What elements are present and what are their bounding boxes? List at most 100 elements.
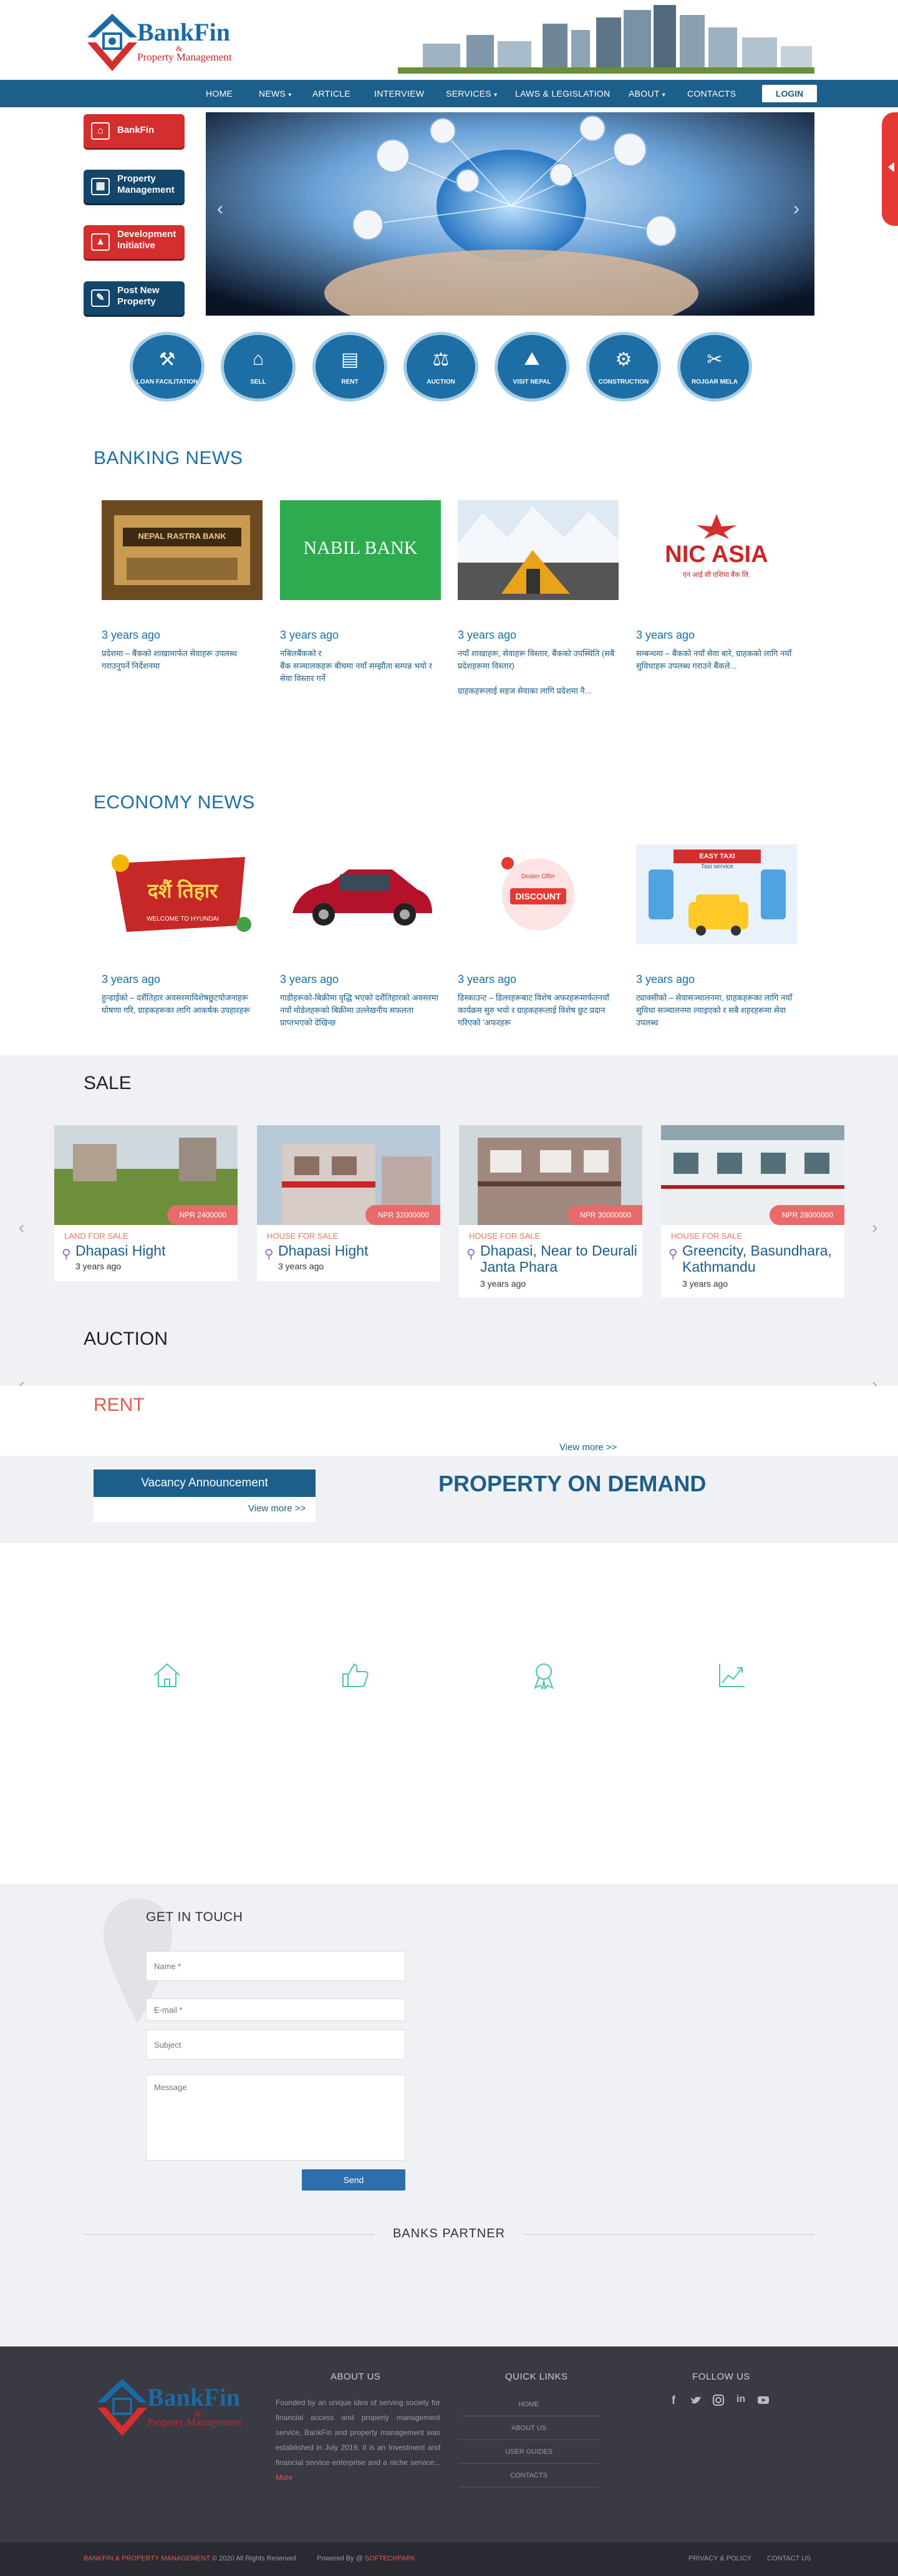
slider-prev-icon[interactable]: ‹ <box>217 198 223 220</box>
side-button-development-initiative[interactable]: ▲ Development Initiative <box>84 225 185 259</box>
property-age: 3 years ago <box>682 1279 728 1289</box>
twitter-icon[interactable] <box>690 2394 702 2406</box>
footer-logo[interactable]: BankFin & Property Management <box>92 2374 254 2439</box>
footer-follow-title: FOLLOW US <box>692 2371 750 2382</box>
site-header: BankFin & Property Management <box>0 0 898 80</box>
name-field[interactable] <box>146 1951 405 1981</box>
nav-interview[interactable]: INTERVIEW <box>374 80 424 107</box>
banks-partner-title: BANKS PARTNER <box>392 2227 506 2240</box>
chevron-left-icon <box>888 162 894 172</box>
news-image <box>280 845 441 944</box>
news-excerpt[interactable]: ट्याक्सीको – सेवासञ्चालनमा, ग्राहकहरूका … <box>636 992 797 1029</box>
news-excerpt[interactable]: हुन्डाईको – दशैंतिहार अवसरमाविशेषछुटयोजन… <box>102 992 263 1017</box>
property-card[interactable]: NPR 2400000 LAND FOR SALE ⚲ Dhapasi High… <box>54 1125 238 1281</box>
footer-about-body: Founded by an unique idea of serving soc… <box>276 2398 440 2467</box>
property-name[interactable]: Dhapasi Hight <box>75 1242 235 1259</box>
property-name[interactable]: Dhapasi, Near to Deurali Janta Phara <box>480 1242 640 1275</box>
news-image: Dealer Offer DISCOUNT <box>458 845 619 944</box>
nav-home[interactable]: HOME <box>206 80 233 107</box>
hero-slider[interactable]: ‹ › <box>206 112 814 316</box>
property-on-demand-title: PROPERTY ON DEMAND <box>438 1471 707 1496</box>
chevron-down-icon: ▾ <box>288 92 292 99</box>
news-excerpt[interactable]: नबिलबैंकको र बैंक सञ्चालकहरू बीचमा नयाँ … <box>280 647 441 685</box>
service-rent[interactable]: ▤ RENT <box>312 332 387 402</box>
nav-contacts[interactable]: CONTACTS <box>687 80 736 107</box>
nav-services[interactable]: SERVICES ▾ <box>446 80 497 107</box>
property-category: HOUSE FOR SALE <box>671 1231 743 1241</box>
chevron-down-icon: ▾ <box>662 92 666 99</box>
chart-icon: ▲ <box>91 233 110 251</box>
divider <box>84 2234 374 2235</box>
news-excerpt[interactable]: नयाँ शाखाहरू, सेवाहरू विस्तार, बैंकको उप… <box>458 647 619 697</box>
service-loan-facilitation[interactable]: ⚒ LOAN FACILITATION <box>130 332 205 402</box>
property-price: NPR 28000000 <box>769 1205 844 1225</box>
login-button[interactable]: LOGIN <box>762 85 817 102</box>
nav-article[interactable]: ARTICLE <box>312 80 350 107</box>
news-image-subcaption: WELCOME TO HYUNDAI <box>147 916 219 922</box>
loan-icon: ⚒ <box>158 349 176 370</box>
sell-icon: ⌂ <box>252 349 264 369</box>
property-name[interactable]: Greencity, Basundhara, Kathmandu <box>682 1242 842 1275</box>
nav-laws[interactable]: LAWS & LEGISLATION <box>515 80 610 107</box>
rent-view-more-link[interactable]: View more >> <box>559 1442 617 1453</box>
footer-link-home[interactable]: HOME <box>459 2393 599 2416</box>
footer-more-link[interactable]: More <box>276 2473 292 2482</box>
map-pin-icon: ⚲ <box>264 1247 274 1261</box>
chevron-down-icon: ▾ <box>494 92 498 99</box>
property-card[interactable]: NPR 32000000 HOUSE FOR SALE ⚲ Dhapasi Hi… <box>257 1125 440 1281</box>
powered-by-link[interactable]: SOFTECHPARK <box>365 2555 416 2562</box>
property-age: 3 years ago <box>278 1261 324 1271</box>
property-card[interactable]: NPR 28000000 HOUSE FOR SALE ⚲ Greencity,… <box>661 1125 844 1297</box>
news-image: दशैं तिहार WELCOME TO HYUNDAI <box>102 845 263 944</box>
message-field[interactable] <box>146 2075 405 2161</box>
news-date: 3 years ago <box>280 973 339 985</box>
vacancy-announcement-header[interactable]: Vacancy Announcement <box>94 1470 316 1497</box>
news-image: EASY TAXI Taxi service <box>636 845 797 944</box>
property-card[interactable]: NPR 30000000 HOUSE FOR SALE ⚲ Dhapasi, N… <box>459 1125 642 1297</box>
side-button-label: Post New Property <box>117 285 160 307</box>
instagram-icon[interactable] <box>712 2394 725 2406</box>
footer-about-title: ABOUT US <box>331 2371 381 2382</box>
copyright-notice: © 2020 All Rights Reserved. <box>212 2555 298 2562</box>
map-pin-icon: ⚲ <box>62 1247 71 1261</box>
brand-name: BankFin <box>137 18 230 46</box>
brand-logo[interactable]: BankFin & Property Management <box>82 9 244 74</box>
sale-title: SALE <box>84 1073 132 1093</box>
news-excerpt[interactable]: प्रदेशमा – बैंकको शाखामार्फत सेवाहरू उपल… <box>102 647 263 672</box>
privacy-policy-link[interactable]: PRIVACY & POLICY <box>688 2555 751 2562</box>
nav-about[interactable]: ABOUT ▾ <box>629 80 665 107</box>
side-button-property-management[interactable]: ▦ Property Management <box>84 170 185 203</box>
side-toggle-tab[interactable] <box>882 112 898 226</box>
service-auction[interactable]: ⚖ AUCTION <box>403 332 478 402</box>
service-rojgar-mela[interactable]: ✂ ROJGAR MELA <box>677 332 752 402</box>
property-category: LAND FOR SALE <box>64 1231 128 1241</box>
sale-next-icon[interactable]: › <box>872 1218 877 1237</box>
news-image-subcaption: Taxi service <box>700 863 734 870</box>
news-excerpt[interactable]: डिस्काउन्ट – डिलरहरूबाट विशेष अफरहरूमार्… <box>458 992 619 1029</box>
footer-link-contacts[interactable]: CONTACTS <box>459 2464 599 2487</box>
service-sell[interactable]: ⌂ SELL <box>221 332 296 402</box>
vacancy-view-more-link[interactable]: View more >> <box>248 1503 306 1514</box>
footer-link-about[interactable]: ABOUT US <box>459 2416 599 2440</box>
subject-field[interactable] <box>146 2030 405 2060</box>
service-construction[interactable]: ⚙ CONSTRUCTION <box>586 332 661 402</box>
contact-us-link[interactable]: CONTACT US <box>767 2555 811 2562</box>
send-button[interactable]: Send <box>302 2169 405 2191</box>
footer-link-user-guides[interactable]: USER GUIDES <box>459 2440 599 2464</box>
news-excerpt[interactable]: गाडीहरूको-बिक्रीमा वृद्धि भएको दशैंतिहार… <box>280 992 441 1029</box>
youtube-icon[interactable] <box>757 2394 770 2406</box>
side-button-bankfin[interactable]: ⌂ BankFin <box>84 114 185 148</box>
contact-title: GET IN TOUCH <box>146 1910 243 1924</box>
news-excerpt[interactable]: सम्बन्धमा – बैंकको नयाँ सेवा बारे, ग्राह… <box>636 647 797 672</box>
side-button-post-new-property[interactable]: ✎ Post New Property <box>84 281 185 315</box>
sale-prev-icon[interactable]: ‹ <box>19 1218 24 1237</box>
economy-news-title: ECONOMY NEWS <box>94 792 255 813</box>
map-pin-icon: ⚲ <box>466 1247 476 1261</box>
email-field[interactable] <box>146 1998 405 2021</box>
property-name[interactable]: Dhapasi Hight <box>278 1242 438 1259</box>
linkedin-icon[interactable]: in <box>735 2394 747 2406</box>
slider-next-icon[interactable]: › <box>793 198 799 220</box>
nav-news[interactable]: NEWS ▾ <box>259 80 292 107</box>
service-visit-nepal[interactable]: ⛰ VISIT NEPAL <box>495 332 569 402</box>
facebook-icon[interactable]: f <box>667 2394 680 2406</box>
